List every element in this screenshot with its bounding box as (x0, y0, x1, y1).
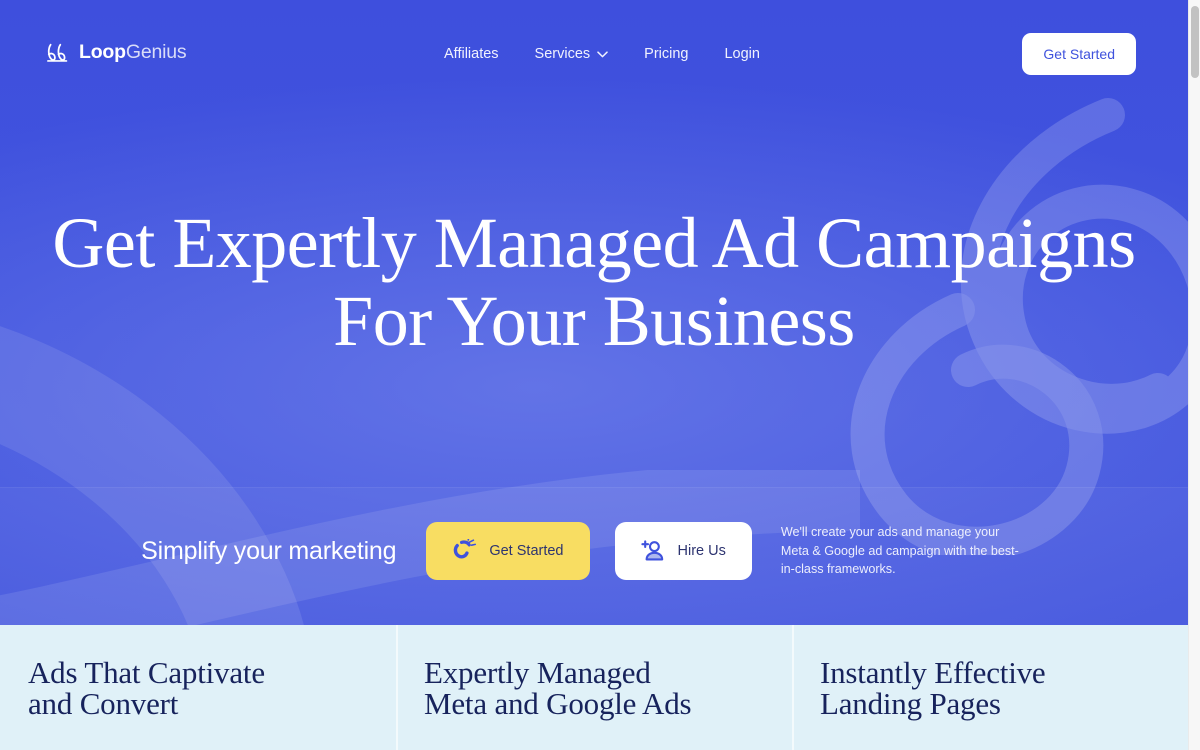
nav-link-services-label: Services (534, 46, 591, 62)
feature-cards-section: Ads That Captivate and Convert Expertly … (0, 625, 1188, 750)
nav-link-affiliates-label: Affiliates (444, 46, 499, 62)
hero-description: We'll create your ads and manage your Me… (780, 525, 1019, 577)
nav-link-pricing[interactable]: Pricing (644, 44, 688, 64)
hero-hire-us-label: Hire Us (677, 543, 726, 559)
nav-link-services[interactable]: Services (535, 44, 609, 64)
hero-get-started-button[interactable]: Get Started (426, 522, 590, 580)
feature-card-3[interactable]: Instantly Effective Landing Pages (792, 625, 1188, 750)
feature-card-1-title: Ads That Captivate and Convert (28, 655, 265, 721)
add-person-icon (640, 540, 663, 561)
hero-headline-line-2: For Your Business (333, 281, 855, 361)
chevron-down-icon (597, 50, 608, 57)
brand-name-light: Genius (125, 41, 187, 64)
brand-logo[interactable]: LoopGenius (46, 41, 187, 65)
feature-card-3-title: Instantly Effective Landing Pages (820, 655, 1046, 721)
hero-cta-row: Simplify your marketing Get Started Hire… (0, 522, 1188, 580)
magnet-sparkle-icon (454, 539, 477, 559)
hero-hire-us-button[interactable]: Hire Us (614, 522, 752, 580)
feature-card-2-title: Expertly Managed Meta and Google Ads (424, 655, 692, 721)
nav-link-pricing-label: Pricing (644, 46, 689, 62)
top-navigation: LoopGenius Affiliates Services Pricing L… (0, 0, 1188, 108)
hero-band-divider (0, 487, 1188, 488)
hero-section: LoopGenius Affiliates Services Pricing L… (0, 0, 1188, 625)
page-viewport: LoopGenius Affiliates Services Pricing L… (0, 0, 1200, 750)
hero-tagline: Simplify your marketing (141, 536, 397, 565)
nav-get-started-button[interactable]: Get Started (1022, 33, 1136, 75)
brand-name: LoopGenius (79, 41, 187, 64)
nav-link-login[interactable]: Login (724, 44, 759, 64)
hero-headline: Get Expertly Managed Ad Campaigns For Yo… (0, 207, 1188, 357)
nav-link-login-label: Login (724, 46, 760, 62)
brand-name-bold: Loop (79, 41, 126, 64)
feature-card-1[interactable]: Ads That Captivate and Convert (0, 625, 396, 750)
nav-links: Affiliates Services Pricing Login (444, 44, 760, 64)
loop-logo-icon (47, 43, 68, 62)
page-scrollbar[interactable] (1188, 0, 1200, 750)
hero-get-started-label: Get Started (489, 543, 564, 559)
scrollbar-thumb[interactable] (1191, 6, 1199, 78)
nav-link-affiliates[interactable]: Affiliates (444, 44, 499, 64)
feature-card-2[interactable]: Expertly Managed Meta and Google Ads (396, 625, 792, 750)
hero-headline-line-1: Get Expertly Managed Ad Campaigns (52, 203, 1136, 283)
